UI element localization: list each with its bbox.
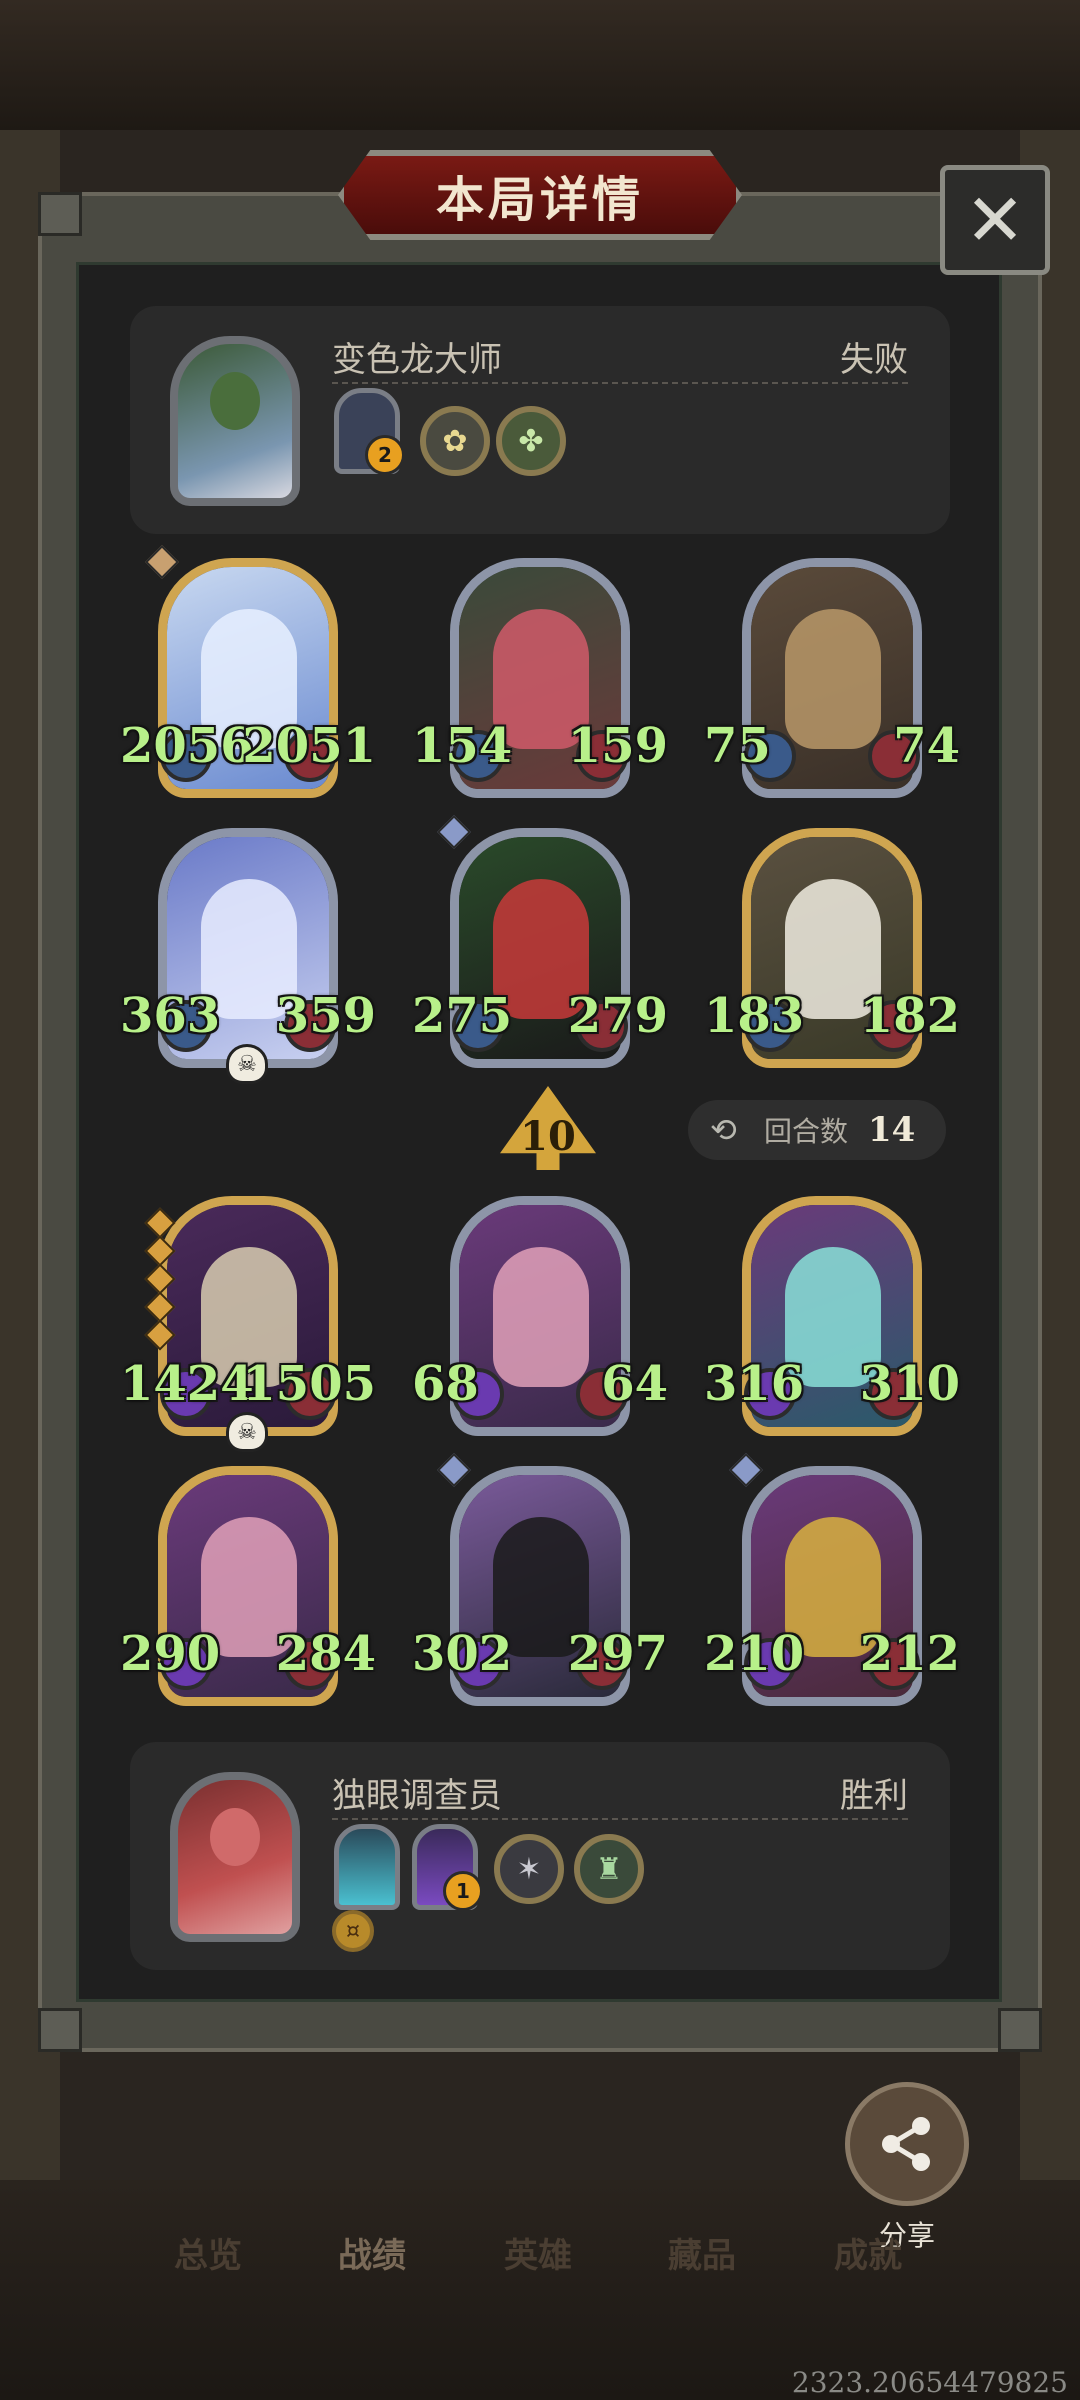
panel-corner-top-left bbox=[38, 192, 82, 236]
close-button[interactable]: ✕ bbox=[940, 165, 1050, 275]
totem-coin-icon[interactable]: ♜ bbox=[574, 1834, 644, 1904]
health-value: 212 bbox=[859, 1626, 960, 1682]
background-top bbox=[0, 0, 1080, 130]
item-count-badge: 1 bbox=[443, 1871, 483, 1911]
health-value: 279 bbox=[567, 988, 668, 1044]
player-name: 独眼调查员 bbox=[332, 1776, 502, 1816]
unit-card[interactable]: 154 159 bbox=[412, 558, 668, 798]
opponent-player-card: 变色龙大师 失败 2 ✿ ✤ bbox=[130, 306, 950, 534]
unit-card[interactable]: 210 212 bbox=[704, 1453, 960, 1706]
panel-corner-bottom-left bbox=[38, 2008, 82, 2052]
avatar[interactable] bbox=[170, 1772, 300, 1942]
unit-card[interactable]: 363 359 ☠ bbox=[120, 828, 376, 1084]
health-value: 159 bbox=[567, 718, 668, 774]
tombstone-shield-icon[interactable]: 2 bbox=[334, 388, 405, 475]
health-value: 297 bbox=[567, 1626, 668, 1682]
unit-card[interactable]: 75 74 bbox=[704, 558, 960, 798]
attack-value: 290 bbox=[120, 1626, 221, 1682]
flower-coin-icon[interactable]: ✿ bbox=[420, 406, 490, 476]
unit-card[interactable]: 290 284 bbox=[120, 1466, 376, 1706]
health-value: 284 bbox=[275, 1626, 376, 1682]
tab-collection[interactable]: 藏品 bbox=[668, 2228, 736, 2277]
round-label: 回合数 bbox=[764, 1115, 849, 1148]
unit-card[interactable]: 275 279 bbox=[412, 815, 668, 1068]
attack-value: 363 bbox=[120, 988, 221, 1044]
unit-card[interactable]: 302 297 bbox=[412, 1453, 668, 1706]
attack-value: 275 bbox=[412, 988, 513, 1044]
skull-icon: ☠ bbox=[226, 1412, 268, 1452]
round-count-pill: ⟲ 回合数 14 bbox=[688, 1100, 946, 1160]
attack-value: 154 bbox=[412, 718, 513, 774]
health-value: 64 bbox=[601, 1356, 668, 1412]
attack-value: 210 bbox=[704, 1626, 805, 1682]
close-icon: ✕ bbox=[964, 178, 1026, 262]
tier-stars bbox=[144, 1206, 176, 1351]
mask-shield-icon[interactable]: 1 bbox=[412, 1824, 483, 1911]
unit-card[interactable]: 2056 2051 bbox=[120, 545, 376, 798]
tab-achievements[interactable]: 成就 bbox=[834, 2228, 902, 2277]
divider bbox=[332, 382, 908, 384]
health-value: 359 bbox=[275, 988, 376, 1044]
unit-card[interactable]: 183 182 bbox=[704, 828, 960, 1068]
item-count-badge: 2 bbox=[365, 435, 405, 475]
health-value: 74 bbox=[893, 718, 960, 774]
share-icon bbox=[882, 2117, 930, 2171]
skull-icon: ☠ bbox=[226, 1044, 268, 1084]
unit-card[interactable]: 68 64 bbox=[412, 1196, 668, 1436]
version-number: 2323.20654479825 bbox=[791, 2366, 1068, 2399]
attack-value: 183 bbox=[704, 988, 805, 1044]
attack-value: 68 bbox=[412, 1356, 479, 1412]
unit-card[interactable]: 1424 1505 ☠ bbox=[120, 1196, 376, 1452]
share-button[interactable] bbox=[845, 2082, 969, 2206]
attack-value: 2056 bbox=[120, 718, 254, 774]
avatar[interactable] bbox=[170, 336, 300, 506]
title-plate: 本局详情 bbox=[338, 150, 742, 240]
attack-value: 1424 bbox=[120, 1356, 254, 1412]
divider bbox=[332, 1818, 908, 1820]
clover-coin-icon[interactable]: ✤ bbox=[496, 406, 566, 476]
panel-corner-bottom-right bbox=[998, 2008, 1042, 2052]
match-result: 失败 bbox=[840, 340, 908, 380]
health-value: 2051 bbox=[242, 718, 376, 774]
player-name: 变色龙大师 bbox=[332, 340, 502, 380]
damage-value: 10 bbox=[520, 1112, 576, 1160]
attack-value: 75 bbox=[704, 718, 771, 774]
gold-coin-icon[interactable]: ¤ bbox=[332, 1910, 374, 1952]
match-result: 胜利 bbox=[840, 1776, 908, 1816]
bug-coin-icon[interactable]: ✶ bbox=[494, 1834, 564, 1904]
unit-card[interactable]: 316 310 bbox=[704, 1196, 960, 1436]
attack-value: 302 bbox=[412, 1626, 513, 1682]
attack-value: 316 bbox=[704, 1356, 805, 1412]
repeat-icon: ⟲ bbox=[710, 1111, 737, 1149]
tab-overview[interactable]: 总览 bbox=[174, 2228, 242, 2277]
health-value: 1505 bbox=[242, 1356, 376, 1412]
page-title: 本局详情 bbox=[435, 172, 644, 228]
round-value: 14 bbox=[868, 1110, 916, 1150]
bottom-tab-bar: 总览 战绩 英雄 藏品 成就 bbox=[0, 2228, 1080, 2308]
tab-records[interactable]: 战绩 bbox=[338, 2228, 406, 2277]
self-player-card: 独眼调查员 胜利 1 ✶ ♜ ¤ bbox=[130, 1742, 950, 1970]
crystal-shield-icon[interactable] bbox=[334, 1824, 400, 1910]
health-value: 310 bbox=[859, 1356, 960, 1412]
health-value: 182 bbox=[859, 988, 960, 1044]
tab-heroes[interactable]: 英雄 bbox=[504, 2228, 572, 2277]
